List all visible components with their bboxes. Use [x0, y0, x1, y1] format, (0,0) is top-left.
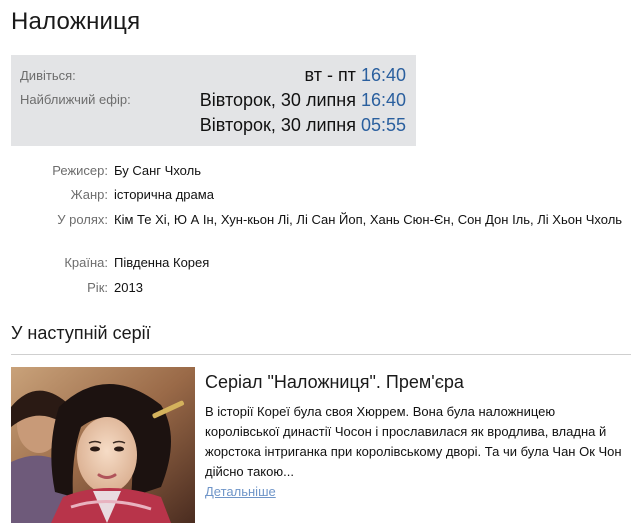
director-label: Режисер:	[52, 163, 108, 178]
genre-label: Жанр:	[70, 187, 108, 202]
director-value: Бу Санг Чхоль	[114, 163, 201, 178]
airing-time: 05:55	[360, 115, 406, 135]
airing-time: 16:40	[360, 90, 406, 110]
cast-label: У ролях:	[57, 212, 108, 227]
episode-thumbnail[interactable]	[11, 367, 195, 523]
more-details-link[interactable]: Детальніше	[205, 484, 276, 499]
watch-time: 16:40	[360, 65, 406, 85]
airing-2: Вівторок, 30 липня 05:55	[200, 115, 406, 136]
airing-day: Вівторок, 30 липня	[199, 90, 356, 110]
watch-days: вт - пт	[304, 65, 356, 85]
episode-headline[interactable]: Серіал "Наложниця". Прем'єра	[205, 372, 464, 393]
country-value: Південна Корея	[114, 255, 210, 270]
genre-value: історична драма	[114, 187, 214, 202]
watch-label: Дивіться:	[20, 68, 76, 83]
year-value: 2013	[114, 280, 143, 295]
airing-1: Вівторок, 30 липня 16:40	[200, 90, 406, 111]
airing-day: Вівторок, 30 липня	[199, 115, 356, 135]
watch-schedule: вт - пт 16:40	[305, 65, 406, 86]
cast-value: Кім Те Хі, Ю А Ін, Хун-кьон Лі, Лі Сан Й…	[114, 212, 623, 227]
nearest-airing-label: Найближчий ефір:	[20, 92, 131, 107]
year-label: Рік:	[87, 280, 108, 295]
country-label: Країна:	[64, 255, 108, 270]
episode-description: В історії Кореї була своя Хюррем. Вона б…	[205, 404, 622, 479]
section-divider	[11, 354, 631, 355]
page-title: Наложниця	[11, 8, 141, 35]
schedule-box: Дивіться: вт - пт 16:40 Найближчий ефір:…	[11, 55, 416, 146]
next-episode-heading: У наступній серії	[11, 323, 151, 343]
